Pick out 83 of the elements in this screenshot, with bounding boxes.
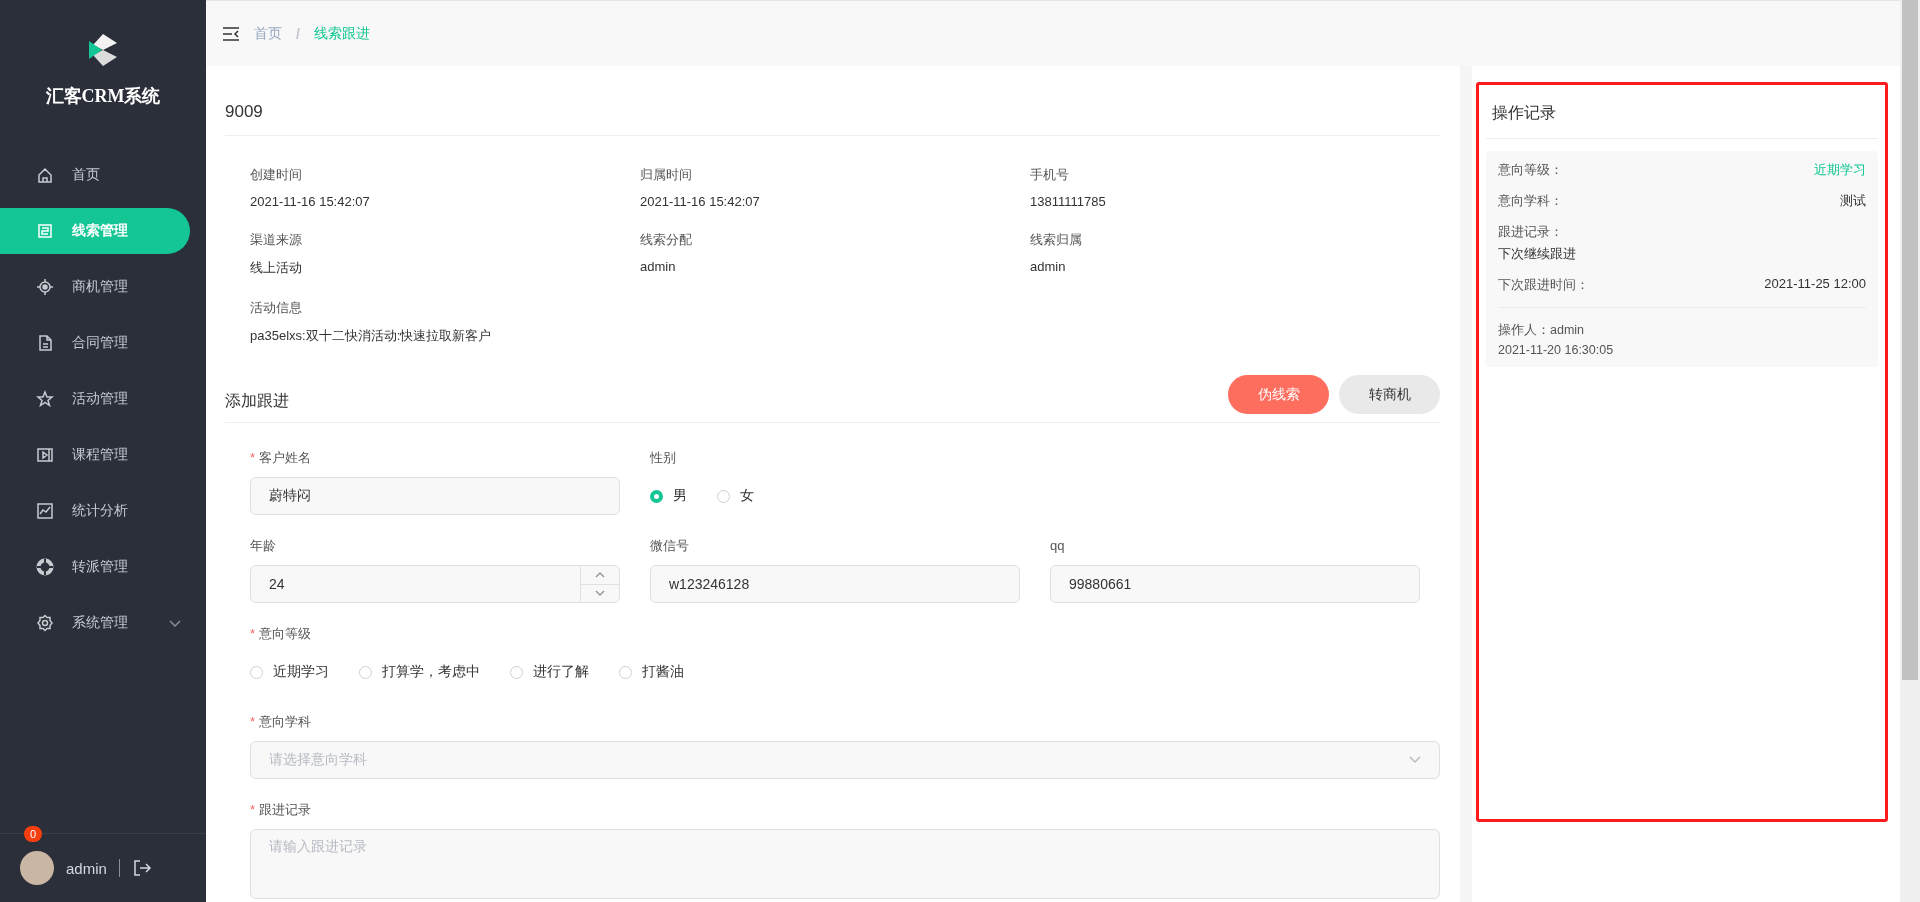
radio-option[interactable]: 打算学，考虑中 [359,663,480,681]
field-label: 年龄 [250,538,276,553]
log-label: 跟进记录： [1498,223,1564,241]
logout-icon[interactable] [131,858,152,878]
chevron-down-icon [1409,756,1421,764]
field-value: 13811111785 [1030,194,1107,209]
radio-option[interactable]: 打酱油 [619,663,684,681]
field-value: 线上活动 [250,259,303,277]
caret-down-icon [595,590,605,597]
radio-option[interactable]: 女 [717,487,754,505]
field-value: pa35elxs:双十二快消活动:快速拉取新客户 [250,327,493,345]
field-label: 线索归属 [1030,231,1083,249]
radio-option[interactable]: 近期学习 [250,663,329,681]
field-label: 手机号 [1030,166,1070,184]
field-label: 归属时间 [640,166,693,184]
section-title: 添加跟进 [225,391,289,411]
sidebar-menu-item[interactable]: 首页 [0,152,190,198]
field-label: 线索分配 [640,231,693,249]
scrollbar-thumb[interactable] [1902,0,1918,680]
document-icon [36,334,54,352]
log-value: 近期学习 [1814,161,1866,179]
sidebar-menu-item[interactable]: 转派管理 [0,544,190,590]
field-label: 渠道来源 [250,231,303,249]
star-icon [36,390,54,408]
sidebar-menu-item[interactable]: 系统管理 [0,600,190,646]
collapse-menu-icon[interactable] [222,25,240,42]
field-value: 2021-11-16 15:42:07 [250,194,371,209]
sidebar-menu-item[interactable]: 课程管理 [0,432,190,478]
radio-button[interactable] [717,489,730,503]
avatar-placeholder [20,851,54,885]
field-label: qq [1050,538,1065,553]
user-name: admin [66,859,107,877]
required-mark: * [250,714,256,729]
field-label: 活动信息 [250,299,303,317]
panel-title: 操作记录 [1486,85,1878,139]
log-value: 2021-11-25 12:00 [1764,276,1866,293]
field-value: admin [1030,259,1067,274]
log-time: 2021-11-20 16:30:05 [1498,343,1615,357]
log-value: 下次继续跟进 [1498,245,1577,263]
line-chart-icon [36,502,54,520]
home-icon [36,166,54,184]
target-icon [36,278,54,296]
text-input[interactable]: w123246128 [650,565,1020,603]
log-label: 意向学科： [1498,192,1563,210]
breadcrumb-separator: / [296,25,300,42]
sidebar-menu-item[interactable]: 统计分析 [0,488,190,534]
log-value: 测试 [1840,192,1866,210]
radio-button[interactable] [510,665,523,679]
field-label: 客户姓名 [259,450,312,465]
convert-button[interactable]: 转商机 [1339,375,1440,414]
operator-text: 操作人：admin [1498,322,1586,339]
radio-button[interactable] [250,665,263,679]
field-value: admin [640,259,677,274]
video-icon [36,446,54,464]
brand-title: 汇客CRM系统 [45,85,161,108]
required-mark: * [250,450,256,465]
gear-icon [36,614,54,632]
number-input[interactable]: 24 [250,565,620,603]
field-label: 意向学科 [259,714,312,729]
field-label: 意向等级 [259,626,312,641]
field-label: 创建时间 [250,166,303,184]
sidebar-menu-item[interactable]: 合同管理 [0,320,190,366]
radio-button[interactable] [359,665,372,679]
field-label: 微信号 [650,538,689,553]
notification-badge: 0 [24,826,42,842]
sidebar-menu-item[interactable]: 活动管理 [0,376,190,422]
ring-icon [36,558,54,576]
radio-button[interactable] [619,665,632,679]
field-label: 性别 [650,450,676,465]
radio-button[interactable] [650,489,663,503]
field-value: 2021-11-16 15:42:07 [640,194,761,209]
field-label: 跟进记录 [259,802,312,817]
text-input[interactable]: 蔚特闷 [250,477,620,515]
text-input[interactable]: 99880661 [1050,565,1420,603]
log-label: 意向等级： [1498,161,1563,179]
sidebar-menu-item[interactable]: 商机管理 [0,264,190,310]
required-mark: * [250,802,256,817]
radio-option[interactable]: 进行了解 [510,663,589,681]
caret-up-icon [595,571,605,578]
log-label: 下次跟进时间： [1498,276,1589,294]
lead-title: 9009 [225,66,1440,136]
radio-option[interactable]: 男 [650,487,687,505]
required-mark: * [250,626,256,641]
